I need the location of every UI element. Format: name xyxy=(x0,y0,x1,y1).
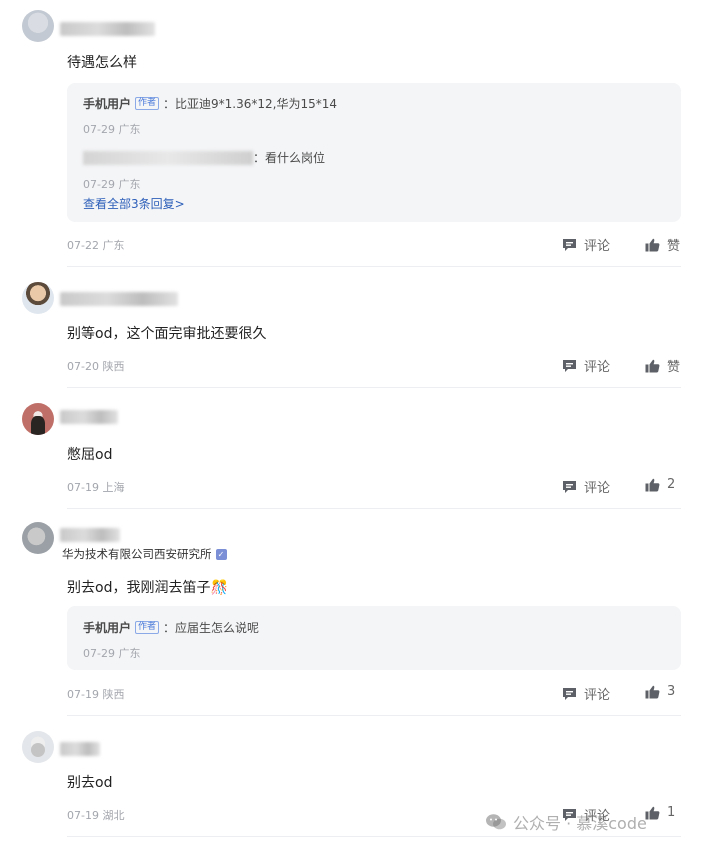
thumbs-up-icon xyxy=(645,806,660,819)
username[interactable] xyxy=(60,410,118,424)
comment-text: 待遇怎么样 xyxy=(67,55,137,71)
divider xyxy=(67,836,681,837)
thumbs-up-icon xyxy=(645,238,660,251)
thumbs-up-icon xyxy=(645,478,660,491)
thumbs-up-icon xyxy=(645,359,660,372)
divider xyxy=(67,508,681,509)
comment-icon xyxy=(563,359,576,372)
divider xyxy=(67,266,681,267)
comment-button[interactable]: 评论 xyxy=(562,356,610,375)
comment-button[interactable]: 评论 xyxy=(562,235,610,254)
divider xyxy=(67,715,681,716)
comment-meta: 07-19 湖北 xyxy=(67,809,125,822)
author-badge: 作者 xyxy=(135,97,160,110)
comment-meta: 07-20 陕西 xyxy=(67,360,125,373)
avatar[interactable] xyxy=(22,403,54,435)
comment-text: 憋屈od xyxy=(67,447,113,463)
like-button[interactable]: 2 xyxy=(645,477,675,492)
like-button[interactable]: 3 xyxy=(645,684,675,699)
comment-text: 别去od xyxy=(67,775,113,791)
username[interactable] xyxy=(60,292,178,306)
reply-username[interactable]: 手机用户 xyxy=(83,621,131,635)
org-affiliation: 华为技术有限公司西安研究所 ✓ xyxy=(62,546,227,562)
comment-icon xyxy=(563,687,576,700)
reply-text: ：比亚迪9*1.36*12,华为15*14 xyxy=(163,97,338,111)
like-button[interactable]: 赞 xyxy=(645,235,680,254)
reply-username[interactable]: 手机用户 xyxy=(83,97,131,111)
avatar[interactable] xyxy=(22,522,54,554)
thumbs-up-icon xyxy=(645,685,660,698)
comment-icon xyxy=(563,238,576,251)
comment-meta: 07-19 上海 xyxy=(67,481,125,494)
username[interactable] xyxy=(60,22,155,36)
reply-text: ：看什么岗位 xyxy=(253,151,326,165)
reply-box: 手机用户 作者 ：比亚迪9*1.36*12,华为15*14 07-29 广东 ：看什… xyxy=(67,83,681,222)
reply-item: ：看什么岗位 xyxy=(83,147,325,166)
reply-meta: 07-29 广东 xyxy=(83,178,141,191)
reply-username[interactable] xyxy=(83,150,253,165)
reply-box: 手机用户 作者 ：应届生怎么说呢 07-29 广东 xyxy=(67,606,681,670)
see-all-replies-link[interactable]: 查看全部3条回复> xyxy=(83,195,185,212)
comment-meta: 07-22 广东 xyxy=(67,239,125,252)
username[interactable] xyxy=(60,742,100,756)
watermark: 公众号 · 慕溪code xyxy=(485,810,647,834)
divider xyxy=(67,387,681,388)
wechat-icon xyxy=(486,814,506,830)
username[interactable] xyxy=(60,528,120,542)
reply-text: ：应届生怎么说呢 xyxy=(163,621,260,635)
verified-icon: ✓ xyxy=(215,549,227,560)
comment-button[interactable]: 评论 xyxy=(562,477,610,496)
comment-text: 别去od，我刚润去笛子🎊 xyxy=(67,580,228,596)
reply-item: 手机用户 作者 ：应届生怎么说呢 xyxy=(83,617,259,636)
like-button[interactable]: 赞 xyxy=(645,356,680,375)
avatar[interactable] xyxy=(22,731,54,763)
reply-meta: 07-29 广东 xyxy=(83,123,141,136)
author-badge: 作者 xyxy=(135,621,160,634)
avatar[interactable] xyxy=(22,282,54,314)
reply-meta: 07-29 广东 xyxy=(83,647,141,660)
like-button[interactable]: 1 xyxy=(645,805,675,820)
comment-meta: 07-19 陕西 xyxy=(67,688,125,701)
reply-item: 手机用户 作者 ：比亚迪9*1.36*12,华为15*14 xyxy=(83,93,337,112)
comment-text: 别等od，这个面完审批还要很久 xyxy=(67,326,267,342)
avatar[interactable] xyxy=(22,10,54,42)
comment-icon xyxy=(563,480,576,493)
comment-button[interactable]: 评论 xyxy=(562,684,610,703)
